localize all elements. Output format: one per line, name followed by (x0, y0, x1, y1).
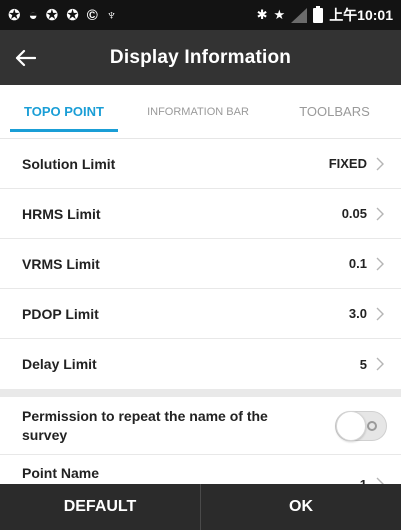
chevron-right-icon (373, 477, 387, 484)
permission-repeat-name-row: Permission to repeat the name of the sur… (0, 397, 401, 455)
delay-limit-value: 5 (359, 356, 367, 372)
hrms-limit-row[interactable]: HRMS Limit 0.05 (0, 189, 401, 239)
tab-bar: TOPO POINT INFORMATION BAR TOOLBARS (0, 85, 401, 139)
bluetooth-icon: ✱ (256, 7, 268, 22)
vrms-limit-label: VRMS Limit (22, 255, 100, 272)
settings-list: Solution Limit FIXED HRMS Limit 0.05 VRM… (0, 139, 401, 484)
delay-limit-label: Delay Limit (22, 356, 97, 372)
section-divider (0, 389, 401, 397)
back-button[interactable] (0, 30, 50, 85)
location-pin-icon: ♆ (105, 6, 118, 24)
hrms-limit-value: 0.05 (341, 206, 367, 221)
delay-limit-row[interactable]: Delay Limit 5 (0, 339, 401, 389)
sync-icon: ✪ (8, 7, 21, 24)
signal-icon (291, 7, 308, 23)
chevron-right-icon (373, 207, 387, 221)
point-name-value: 1 (360, 477, 367, 484)
vrms-limit-row[interactable]: VRMS Limit 0.1 (0, 239, 401, 289)
permission-repeat-name-label: Permission to repeat the name of the sur… (22, 407, 268, 443)
app-bar: Display Information (0, 30, 401, 85)
ok-button[interactable]: OK (201, 484, 401, 530)
toggle-knob (336, 410, 366, 441)
chevron-right-icon (373, 307, 387, 321)
tab-toolbars[interactable]: TOOLBARS (268, 85, 401, 138)
wifi-question-icon: ◒ (28, 6, 38, 24)
permission-repeat-name-toggle[interactable] (335, 410, 387, 441)
battery-icon (313, 5, 324, 23)
pdop-limit-value: 3.0 (348, 306, 367, 321)
bottom-action-bar: DEFAULT OK (0, 484, 401, 530)
solution-limit-row[interactable]: Solution Limit FIXED (0, 139, 401, 189)
toggle-off-icon (367, 420, 377, 431)
tab-information-bar[interactable]: INFORMATION BAR (128, 85, 268, 138)
point-name-row[interactable]: Point Name 1 (0, 455, 401, 484)
sync-icon: ✪ (45, 7, 59, 24)
solution-limit-value: FIXED (328, 156, 367, 171)
tab-topo-point[interactable]: TOPO POINT (0, 85, 128, 138)
point-name-label: Point Name (22, 465, 100, 481)
default-button[interactable]: DEFAULT (0, 484, 201, 530)
hrms-limit-label: HRMS Limit (22, 205, 101, 222)
page-title: Display Information (109, 46, 292, 68)
chevron-right-icon (373, 157, 387, 171)
back-arrow-icon (15, 49, 36, 66)
star-icon: ★ (273, 7, 286, 22)
sync-icon: ✪ (66, 7, 79, 24)
vrms-limit-value: 0.1 (348, 256, 367, 271)
notification-icons: ✪ ◒ ✪ ✪ © ♆ (8, 6, 118, 25)
system-icons: ✱ ★ 上午10:01 (257, 5, 393, 25)
chevron-right-icon (373, 257, 387, 271)
solution-limit-label: Solution Limit (22, 155, 116, 172)
status-time: 上午10:01 (329, 7, 393, 23)
pdop-limit-label: PDOP Limit (22, 305, 99, 322)
status-bar: ✪ ◒ ✪ ✪ © ♆ ✱ ★ 上午10:01 (0, 0, 401, 30)
pdop-limit-row[interactable]: PDOP Limit 3.0 (0, 289, 401, 339)
chevron-right-icon (373, 357, 387, 371)
c-icon: © (86, 6, 98, 24)
